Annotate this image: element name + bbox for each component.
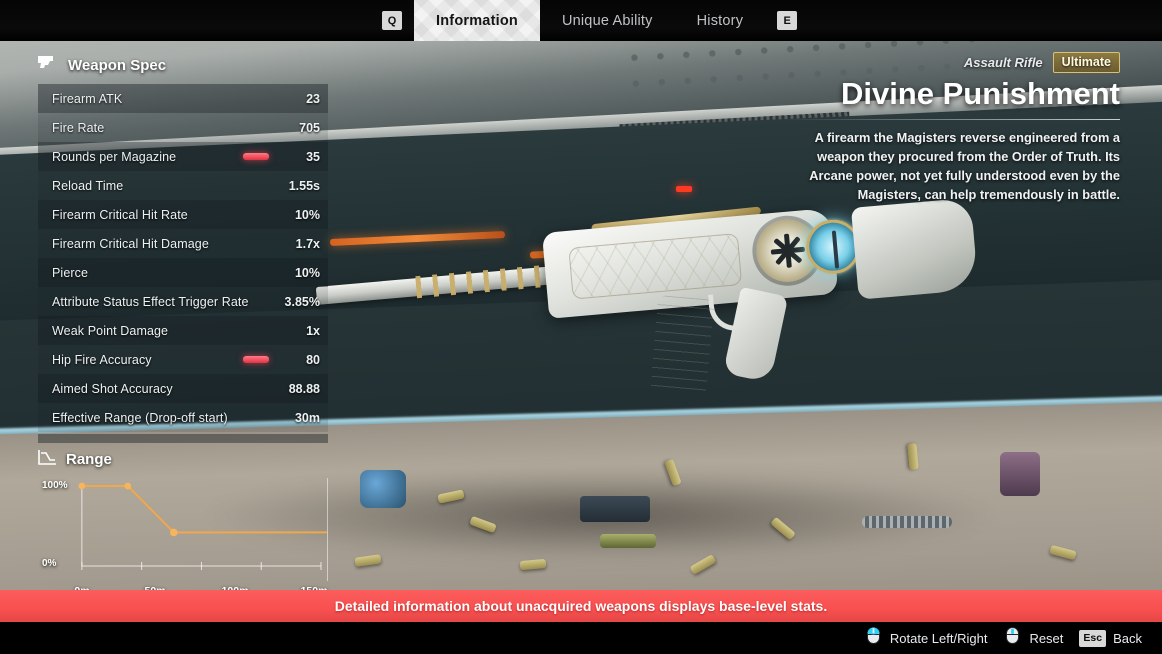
- hint-reset-label: Reset: [1029, 630, 1064, 646]
- floor-debris: [360, 470, 406, 508]
- divider: [780, 119, 1120, 121]
- prev-tab-key[interactable]: Q: [382, 11, 402, 30]
- weapon-magazine: [650, 295, 715, 396]
- range-chart: 100% 0% 0m 50m 100m 150m: [38, 478, 328, 597]
- rarity-badge: Ultimate: [1052, 52, 1120, 73]
- next-tab-key[interactable]: E: [777, 11, 798, 30]
- stat-name: Firearm Critical Hit Damage: [52, 236, 209, 251]
- stat-name: Weak Point Damage: [52, 323, 169, 338]
- weapon-spec-panel: Weapon Spec Firearm ATK 23 Fire Rate 705 Rou…: [38, 52, 328, 443]
- tab-information[interactable]: Information: [414, 0, 540, 41]
- weapon-description: A firearm the Magisters reverse engineer…: [809, 130, 1120, 203]
- stat-value: 3.85%: [284, 294, 320, 309]
- stat-row: Fire Rate 705: [38, 113, 328, 142]
- weapon-spec-header: Weapon Spec: [38, 52, 328, 78]
- hint-reset[interactable]: Reset: [1003, 626, 1063, 650]
- stat-value: 30m: [294, 410, 320, 425]
- stat-value: 80: [306, 352, 320, 367]
- stat-row: Firearm ATK 23: [38, 84, 328, 113]
- weapon-kind-line: Assault Rifle Ultimate: [780, 52, 1120, 73]
- stat-row: Hip Fire Accuracy 80: [38, 345, 328, 374]
- stat-value: 10%: [294, 265, 320, 280]
- stat-value: 1.7x: [295, 236, 320, 251]
- stat-row: Firearm Critical Hit Rate 10%: [38, 200, 328, 229]
- stat-name: Hip Fire Accuracy: [52, 352, 152, 367]
- y-tick-0: 0%: [42, 558, 57, 569]
- stat-value: 1.55s: [288, 178, 320, 193]
- notice-text: Detailed information about unacquired we…: [334, 598, 828, 614]
- floor-debris: [600, 534, 656, 548]
- tab-history[interactable]: History: [675, 0, 766, 41]
- stat-row: Effective Range (Drop-off start) 30m: [38, 403, 328, 432]
- stat-value: 23: [306, 91, 320, 106]
- range-chart-svg: [78, 482, 327, 570]
- weapon-barrel-rings: [415, 263, 567, 299]
- stat-name: Aimed Shot Accuracy: [52, 381, 173, 396]
- stat-row: Rounds per Magazine 35: [38, 142, 328, 171]
- top-tab-bar: Q Information Unique Ability History E: [0, 0, 1162, 41]
- falloff-chart-icon: [38, 449, 57, 470]
- stat-row: Reload Time 1.55s: [38, 171, 328, 200]
- weapon-type: Assault Rifle: [963, 55, 1043, 70]
- stat-list: Firearm ATK 23 Fire Rate 705 Rounds per Maga…: [38, 84, 328, 432]
- stat-row: Pierce 10%: [38, 258, 328, 287]
- stat-row: Aimed Shot Accuracy 88.88: [38, 374, 328, 403]
- floor-debris: [862, 516, 952, 528]
- weapon-info-screen: Q Information Unique Ability History E W…: [0, 0, 1162, 654]
- weapon-stock: [850, 197, 979, 300]
- hint-back-label: Back: [1113, 630, 1142, 646]
- stat-name: Pierce: [52, 265, 89, 280]
- stat-value: 10%: [294, 207, 320, 222]
- stat-value: 705: [299, 120, 320, 135]
- hint-rotate[interactable]: Rotate Left/Right: [864, 626, 988, 650]
- y-tick-100: 100%: [42, 480, 68, 491]
- range-title: Range: [66, 450, 112, 468]
- stat-row: Attribute Status Effect Trigger Rate 3.85…: [38, 287, 328, 316]
- stat-name: Reload Time: [52, 178, 124, 193]
- pistol-icon: [38, 55, 59, 75]
- stat-value: 1x: [306, 323, 320, 338]
- range-panel: Range 100% 0% 0m 50m: [38, 446, 328, 597]
- stat-value: 88.88: [288, 381, 320, 396]
- stat-row: Weak Point Damage 1x: [38, 316, 328, 345]
- footer-hints: Rotate Left/Right Reset Esc Back: [0, 622, 1162, 654]
- stat-name: Effective Range (Drop-off start): [52, 410, 228, 425]
- stat-decrease-marker: [243, 356, 269, 363]
- stat-decrease-marker: [243, 153, 269, 160]
- hint-rotate-label: Rotate Left/Right: [889, 630, 988, 646]
- stat-value: 35: [306, 149, 320, 164]
- mouse-wheel-icon: [1003, 626, 1022, 650]
- stat-name: Attribute Status Effect Trigger Rate: [52, 294, 249, 309]
- hint-back[interactable]: Esc Back: [1079, 629, 1142, 647]
- stat-row: Firearm Critical Hit Damage 1.7x: [38, 229, 328, 258]
- mouse-both-buttons-icon: [864, 626, 883, 650]
- floor-debris: [580, 496, 650, 522]
- range-header: Range: [38, 446, 328, 472]
- weapon-name: Divine Punishment: [840, 76, 1120, 111]
- weapon-spec-title: Weapon Spec: [68, 56, 167, 74]
- stat-list-footer: [38, 434, 328, 443]
- weapon-info-panel: Assault Rifle Ultimate Divine Punishment…: [780, 52, 1120, 205]
- stat-name: Firearm ATK: [52, 91, 123, 106]
- stat-name: Rounds per Magazine: [52, 149, 177, 164]
- tab-list: Q Information Unique Ability History E: [370, 0, 809, 41]
- floor-debris: [1000, 452, 1040, 496]
- esc-key[interactable]: Esc: [1079, 629, 1107, 647]
- notice-banner: Detailed information about unacquired we…: [0, 590, 1162, 622]
- stat-name: Fire Rate: [52, 120, 105, 135]
- stat-name: Firearm Critical Hit Rate: [52, 207, 188, 222]
- tab-unique-ability[interactable]: Unique Ability: [540, 0, 675, 41]
